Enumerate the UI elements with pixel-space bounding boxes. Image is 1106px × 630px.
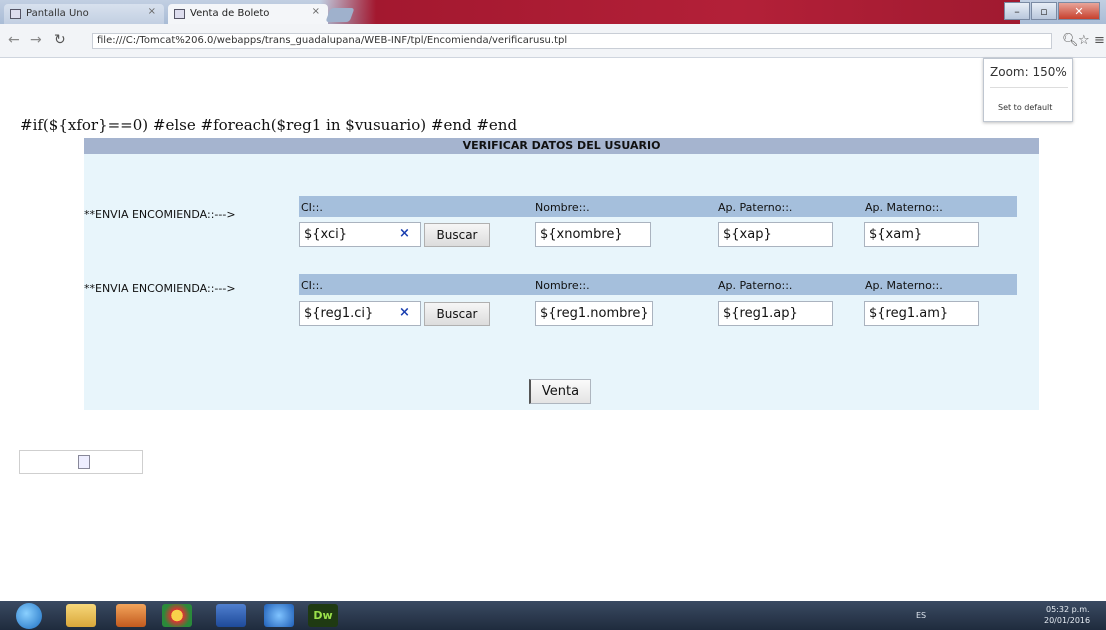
menu-icon[interactable]: ≡: [1094, 33, 1105, 48]
tab-pantalla-uno[interactable]: Pantalla Uno ×: [4, 4, 164, 24]
header-nombre: Nombre::.: [535, 201, 590, 214]
screen: Pantalla Uno × Venta de Boleto × – ▫ ✕ ←…: [0, 0, 1106, 630]
header-ap-paterno: Ap. Paterno::.: [718, 201, 793, 214]
tab-label: Venta de Boleto: [190, 8, 270, 19]
broken-image-icon: [78, 455, 90, 469]
divider: [990, 87, 1068, 88]
broken-image: [19, 450, 143, 474]
header-ci: CI::.: [301, 279, 323, 292]
start-button[interactable]: [16, 603, 42, 629]
row-label-sender-1: **ENVIA ENCOMIENDA::--->: [84, 208, 236, 221]
dreamweaver-icon[interactable]: Dw: [308, 604, 338, 627]
page-favicon-icon: [10, 9, 21, 19]
ie-icon[interactable]: [264, 604, 294, 627]
forward-arrow-icon[interactable]: →: [30, 32, 42, 48]
close-window-button[interactable]: ✕: [1058, 2, 1100, 20]
browser-toolbar: ← → ↻ file:///C:/Tomcat%206.0/webapps/tr…: [0, 24, 1106, 58]
nombre-input[interactable]: ${xnombre}: [535, 222, 651, 247]
set-to-default-button[interactable]: Set to default: [998, 103, 1052, 112]
close-icon[interactable]: ×: [148, 6, 156, 17]
header-nombre: Nombre::.: [535, 279, 590, 292]
venta-button[interactable]: Venta: [529, 379, 591, 404]
language-indicator[interactable]: ES: [916, 611, 926, 620]
bookmark-star-icon[interactable]: ☆: [1078, 33, 1090, 48]
back-arrow-icon[interactable]: ←: [8, 32, 20, 48]
reload-icon[interactable]: ↻: [54, 32, 66, 48]
column-header-strip: CI::. Nombre::. Ap. Paterno::. Ap. Mater…: [299, 274, 1017, 295]
ap-materno-input[interactable]: ${reg1.am}: [864, 301, 979, 326]
zoom-popup: Zoom: 150% Set to default: [983, 58, 1073, 122]
header-ci: CI::.: [301, 201, 323, 214]
tab-label: Pantalla Uno: [26, 8, 89, 19]
zoom-magnifier-icon[interactable]: 🔍︎: [1062, 33, 1079, 48]
header-ap-materno: Ap. Materno::.: [865, 279, 943, 292]
address-bar[interactable]: file:///C:/Tomcat%206.0/webapps/trans_gu…: [92, 33, 1052, 49]
browser-tab-bar: Pantalla Uno × Venta de Boleto × – ▫ ✕: [0, 0, 1106, 24]
clear-icon[interactable]: ×: [399, 305, 410, 320]
header-ap-paterno: Ap. Paterno::.: [718, 279, 793, 292]
tab-venta-de-boleto[interactable]: Venta de Boleto ×: [168, 4, 328, 24]
close-icon[interactable]: ×: [312, 6, 320, 17]
ap-materno-input[interactable]: ${xam}: [864, 222, 979, 247]
template-directive-text: #if(${xfor}==0) #else #foreach($reg1 in …: [20, 116, 518, 134]
column-header-strip: CI::. Nombre::. Ap. Paterno::. Ap. Mater…: [299, 196, 1017, 217]
windows-explorer-icon[interactable]: [66, 604, 96, 627]
nombre-input[interactable]: ${reg1.nombre}: [535, 301, 653, 326]
search-button[interactable]: Buscar: [424, 223, 490, 247]
panel-title: VERIFICAR DATOS DEL USUARIO: [84, 138, 1039, 154]
minimize-button[interactable]: –: [1004, 2, 1030, 20]
page-favicon-icon: [174, 9, 185, 19]
clear-icon[interactable]: ×: [399, 226, 410, 241]
ap-paterno-input[interactable]: ${xap}: [718, 222, 833, 247]
clock-date[interactable]: 20/01/2016: [1044, 616, 1090, 625]
windows-taskbar: Dw ES 05:32 p.m. 20/01/2016: [0, 601, 1106, 630]
header-ap-materno: Ap. Materno::.: [865, 201, 943, 214]
zoom-level-label: Zoom: 150%: [990, 65, 1067, 79]
verify-user-panel: VERIFICAR DATOS DEL USUARIO **ENVIA ENCO…: [84, 138, 1039, 410]
clock-time[interactable]: 05:32 p.m.: [1046, 605, 1090, 614]
restore-button[interactable]: ▫: [1031, 2, 1057, 20]
media-player-icon[interactable]: [116, 604, 146, 627]
search-button[interactable]: Buscar: [424, 302, 490, 326]
title-bar-highlight: [320, 0, 1020, 24]
word-icon[interactable]: [216, 604, 246, 627]
chrome-icon[interactable]: [162, 604, 192, 627]
window-controls: – ▫ ✕: [1004, 2, 1100, 20]
row-label-sender-2: **ENVIA ENCOMIENDA::--->: [84, 282, 236, 295]
ap-paterno-input[interactable]: ${reg1.ap}: [718, 301, 833, 326]
